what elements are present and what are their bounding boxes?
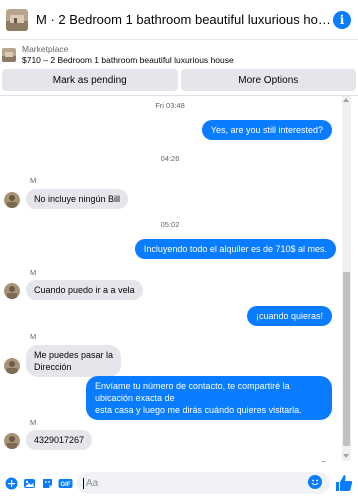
info-icon[interactable]: i	[333, 11, 351, 29]
message-bubble-outgoing[interactable]: Envíame tu número de contacto, te compar…	[86, 376, 332, 420]
message-line: Me puedes pasar la	[34, 350, 114, 360]
message-bubble-incoming[interactable]: Cuando puedo ir a a vela	[26, 280, 143, 300]
message-bubble-incoming[interactable]: 4329017267	[26, 430, 93, 450]
message-thread[interactable]: Fri 03:48 Yes, are you still interested?…	[0, 96, 340, 461]
sticker-icon[interactable]	[39, 475, 55, 491]
sender-avatar[interactable]	[4, 192, 20, 208]
mark-as-pending-button[interactable]: Mark as pending	[2, 69, 178, 91]
conversation-header: M · 2 Bedroom 1 bathroom beautiful luxur…	[0, 0, 358, 40]
message-line: Dirección	[34, 362, 72, 372]
scrollbar-thumb[interactable]	[343, 272, 350, 446]
marketplace-listing[interactable]: Marketplace $710 – 2 Bedroom 1 bathroom …	[0, 41, 358, 69]
listing-thumbnail[interactable]	[6, 8, 28, 31]
emoji-icon[interactable]	[308, 475, 322, 489]
sender-name: M	[30, 268, 37, 277]
more-options-button[interactable]: More Options	[180, 69, 356, 91]
sender-name: M	[30, 418, 37, 427]
scroll-up-arrow-icon[interactable]	[343, 98, 349, 102]
like-icon[interactable]	[334, 473, 354, 493]
message-line: Envíame tu número de contacto, te compar…	[95, 381, 290, 403]
message-input-placeholder: Aa	[86, 477, 99, 489]
message-bubble-outgoing[interactable]: Yes, are you still interested?	[201, 120, 332, 140]
message-bubble-incoming[interactable]: No incluye ningún Bill	[26, 189, 129, 209]
sender-name: M	[30, 332, 37, 341]
gif-icon[interactable]: GIF	[57, 475, 73, 491]
listing-price-title: $710 – 2 Bedroom 1 bathroom beautiful lu…	[22, 55, 234, 65]
message-input[interactable]: Aa	[77, 472, 330, 494]
timestamp: 05:02	[160, 220, 180, 229]
plus-circle-icon[interactable]	[3, 475, 19, 491]
message-bubble-incoming[interactable]: Me puedes pasar la Dirección	[26, 345, 122, 377]
svg-text:GIF: GIF	[60, 482, 70, 488]
listing-small-thumbnail	[2, 48, 16, 62]
sender-avatar[interactable]	[4, 283, 20, 299]
text-caret	[83, 477, 84, 489]
photo-icon[interactable]	[21, 475, 37, 491]
listing-actions: Mark as pending More Options	[0, 69, 358, 91]
message-line: esta casa y luego me dirás cuándo quiere…	[95, 405, 302, 415]
chat-scrollbar[interactable]	[342, 96, 351, 461]
scroll-down-arrow-icon[interactable]	[343, 454, 349, 458]
sender-name: M	[30, 176, 37, 185]
message-bubble-outgoing[interactable]: Incluyendo todo el alquiler es de 710$ a…	[134, 239, 336, 259]
sender-avatar[interactable]	[4, 433, 20, 449]
message-bubble-outgoing[interactable]: ¡cuando quieras!	[246, 306, 332, 326]
sender-avatar[interactable]	[4, 358, 20, 374]
marketplace-label: Marketplace	[22, 44, 69, 54]
message-composer: GIF Aa	[0, 466, 358, 500]
conversation-title[interactable]: M · 2 Bedroom 1 bathroom beautiful luxur…	[36, 12, 336, 27]
timestamp: 04:26	[160, 154, 180, 163]
timestamp: Fri 03:48	[155, 101, 185, 110]
seen-avatar	[320, 455, 327, 462]
